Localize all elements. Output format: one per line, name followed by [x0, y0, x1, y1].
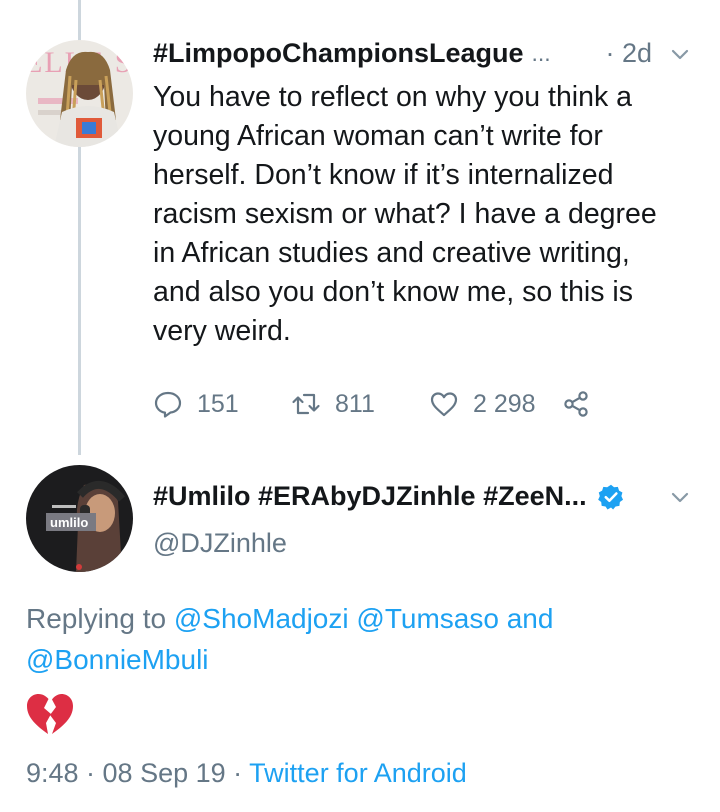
broken-heart-icon — [27, 694, 73, 734]
mention-link[interactable]: @BonnieMbuli — [26, 644, 209, 675]
like-button[interactable]: 2 298 — [429, 389, 567, 419]
tweet-time[interactable]: · 2d — [605, 38, 652, 69]
heart-icon — [430, 392, 458, 417]
share-icon — [564, 391, 588, 417]
tweet-meta: 9:48 · 08 Sep 19 · Twitter for Android — [26, 758, 467, 789]
tweet-source-link[interactable]: Twitter for Android — [249, 758, 467, 788]
replying-to-and: and — [506, 603, 554, 634]
mention-link[interactable]: @ShoMadjozi — [174, 603, 349, 634]
tweet-header: #LimpopoChampionsLeague ... · 2d — [153, 38, 690, 69]
name-truncation-ellipsis: ... — [531, 40, 551, 66]
like-count: 2 298 — [473, 389, 536, 418]
replying-to-label: Replying to — [26, 603, 167, 634]
display-name[interactable]: #Umlilo #ERAbyDJZinhle #ZeeN... — [153, 481, 587, 512]
tweet-text: You have to reflect on why you think a y… — [153, 81, 657, 347]
mention-link[interactable]: @Tumsaso — [356, 603, 499, 634]
reply-icon — [154, 391, 182, 418]
chevron-down-icon[interactable] — [670, 487, 690, 507]
retweet-icon — [292, 393, 320, 415]
avatar-logo-text: umlilo — [50, 515, 88, 530]
chevron-down-icon[interactable] — [670, 44, 690, 64]
retweet-button[interactable]: 811 — [291, 389, 429, 419]
tweet-timestamp: 9:48 · 08 Sep 19 · — [26, 758, 243, 788]
verified-badge-icon — [597, 484, 623, 509]
user-handle[interactable]: @DJZinhle — [153, 528, 287, 559]
share-button[interactable] — [561, 389, 591, 419]
avatar[interactable]: ELLE SHO — [26, 40, 133, 147]
tweet-header: #Umlilo #ERAbyDJZinhle #ZeeN... — [153, 481, 690, 512]
reply-button[interactable]: 151 — [153, 389, 291, 419]
avatar[interactable]: umlilo — [26, 465, 133, 572]
replying-to: Replying to @ShoMadjozi @Tumsaso and @Bo… — [26, 598, 686, 680]
reply-count: 151 — [197, 389, 239, 418]
retweet-count: 811 — [335, 389, 375, 418]
tweet-actions: 151 811 2 298 — [153, 382, 591, 426]
display-name[interactable]: #LimpopoChampionsLeague — [153, 38, 524, 69]
